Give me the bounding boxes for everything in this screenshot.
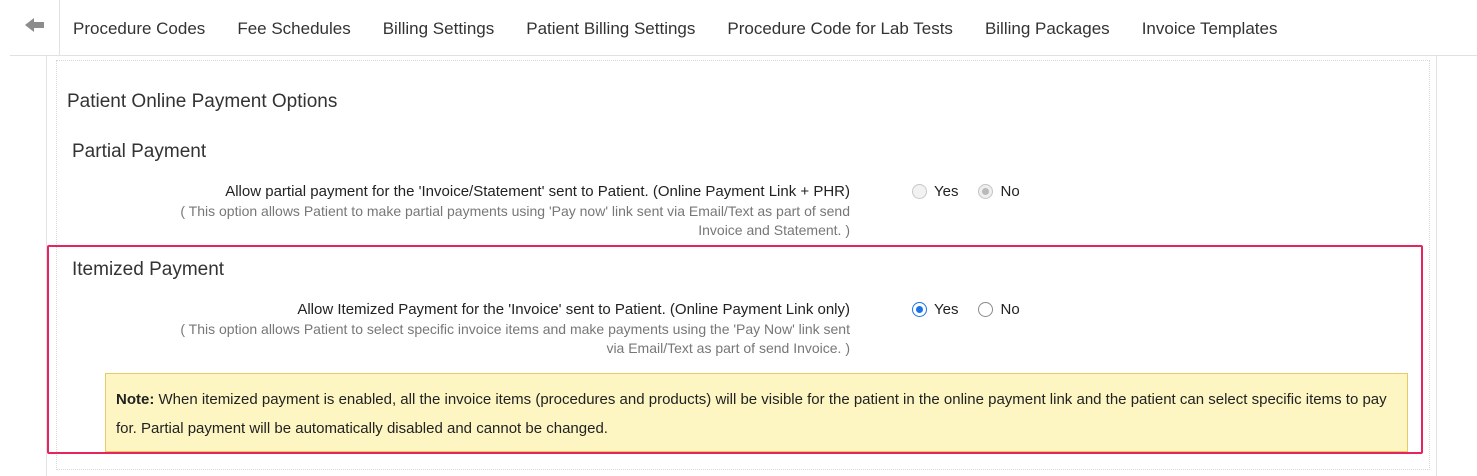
radio-label: Yes (934, 183, 959, 200)
itemized-payment-highlight (47, 245, 1423, 454)
back-button[interactable] (10, 0, 60, 56)
partial-payment-yes-radio[interactable]: Yes (912, 183, 958, 200)
partial-payment-radio-group: Yes No (912, 183, 1040, 200)
tab-invoice-templates[interactable]: Invoice Templates (1126, 0, 1294, 56)
partial-payment-heading: Partial Payment (72, 141, 207, 162)
tab-fee-schedules[interactable]: Fee Schedules (221, 0, 366, 56)
tab-patient-billing-settings[interactable]: Patient Billing Settings (510, 0, 711, 56)
tab-procedure-code-lab-tests[interactable]: Procedure Code for Lab Tests (711, 0, 969, 56)
radio-label: No (1000, 183, 1020, 200)
partial-payment-label: Allow partial payment for the 'Invoice/S… (225, 183, 850, 200)
partial-payment-help-1: ( This option allows Patient to make par… (180, 203, 850, 219)
partial-payment-help-2: Invoice and Statement. ) (698, 222, 850, 238)
radio-checked-icon (978, 184, 994, 199)
section-title: Patient Online Payment Options (67, 91, 338, 112)
tab-billing-settings[interactable]: Billing Settings (367, 0, 511, 56)
back-arrow-icon (24, 17, 45, 38)
tab-procedure-codes[interactable]: Procedure Codes (60, 0, 221, 56)
radio-unchecked-icon (912, 184, 927, 199)
tab-billing-packages[interactable]: Billing Packages (969, 0, 1126, 56)
partial-payment-no-radio[interactable]: No (978, 183, 1020, 200)
top-nav: Procedure Codes Fee Schedules Billing Se… (10, 0, 1477, 56)
nav-tabs: Procedure Codes Fee Schedules Billing Se… (60, 0, 1293, 56)
